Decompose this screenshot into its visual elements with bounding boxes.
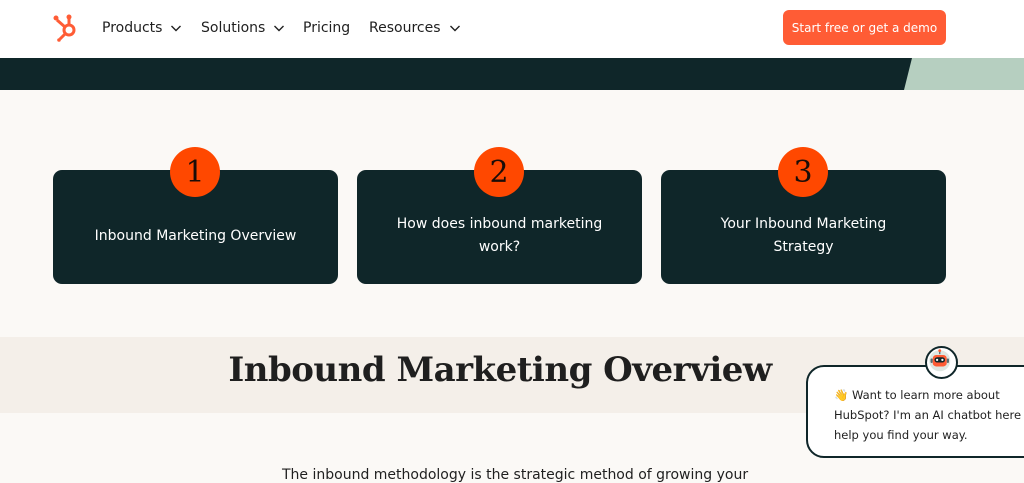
top-navigation: Products Solutions Pricing Resources Sta… xyxy=(0,0,1024,58)
hero-band xyxy=(0,58,1024,90)
step-card-label: Inbound Marketing Overview xyxy=(94,227,297,244)
nav-products-label: Products xyxy=(102,20,163,36)
step-number-badge: 2 xyxy=(474,147,524,197)
nav-pricing[interactable]: Pricing xyxy=(303,18,350,38)
start-free-demo-button[interactable]: Start free or get a demo xyxy=(783,10,946,45)
nav-resources[interactable]: Resources xyxy=(369,18,461,38)
chatbot-line: HubSpot? I'm an AI chatbot here t xyxy=(834,408,1024,422)
chatbot-bubble[interactable]: 👋 Want to learn more about HubSpot? I'm … xyxy=(806,365,1024,458)
step-number-badge: 3 xyxy=(778,147,828,197)
nav-pricing-label: Pricing xyxy=(303,20,351,36)
nav-solutions-label: Solutions xyxy=(201,20,266,36)
band-accent-shape xyxy=(904,58,1024,90)
chevron-down-icon xyxy=(274,25,285,32)
step-card-label: How does inbound marketing work? xyxy=(396,216,603,255)
chatbot-line: 👋 Want to learn more about xyxy=(834,388,1000,402)
chevron-down-icon xyxy=(449,25,460,32)
step-number-badge: 1 xyxy=(170,147,220,197)
hubspot-sprocket-icon[interactable] xyxy=(52,12,80,42)
nav-resources-label: Resources xyxy=(369,20,441,36)
chatbot-line: help you find your way. xyxy=(834,428,968,442)
robot-avatar-graphic xyxy=(929,349,951,372)
chevron-down-icon xyxy=(171,25,182,32)
step-card-label: Your Inbound Marketing Strategy xyxy=(720,216,887,255)
section-body-text: The inbound methodology is the strategic… xyxy=(282,467,749,483)
robot-icon[interactable] xyxy=(925,346,958,379)
nav-solutions[interactable]: Solutions xyxy=(201,18,285,38)
nav-products[interactable]: Products xyxy=(102,18,182,38)
